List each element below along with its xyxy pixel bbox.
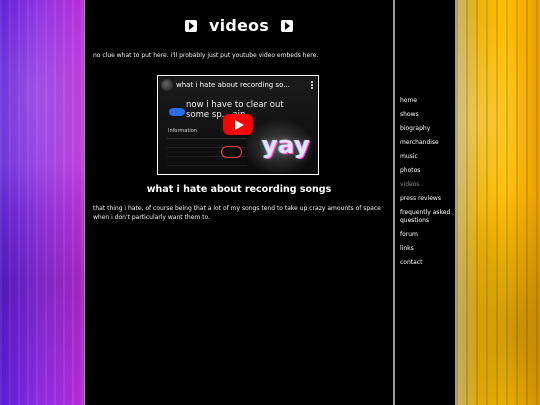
embed-title[interactable]: what i hate about recording so... (176, 81, 306, 89)
main-content: videos no clue what to put here. i'll pr… (84, 0, 394, 405)
sidebar-item-home[interactable]: home (400, 97, 455, 105)
sidebar-item-shows[interactable]: shows (400, 111, 455, 119)
avatar (161, 79, 173, 91)
sidebar-item-merchandise[interactable]: merchandise (400, 139, 455, 147)
page-title: videos (85, 16, 393, 35)
sidebar: home shows biography merchandise music p… (394, 0, 456, 405)
sidebar-item-biography[interactable]: biography (400, 125, 455, 133)
play-icon (280, 20, 293, 32)
sidebar-item-links[interactable]: links (400, 245, 455, 253)
page-title-text: videos (209, 16, 269, 35)
sidebar-item-faq[interactable]: frequently asked questions (400, 209, 455, 225)
sidebar-item-contact[interactable]: contact (400, 259, 455, 267)
embed-pill (169, 108, 185, 116)
kebab-menu-icon[interactable] (309, 80, 315, 90)
annotation-circle (221, 146, 242, 158)
video-heading: what i hate about recording songs (146, 184, 332, 195)
play-icon (185, 20, 198, 32)
youtube-embed[interactable]: what i hate about recording so... now i … (157, 75, 319, 175)
video-description: that thing i hate, of course being that … (93, 205, 381, 221)
right-background-art (456, 0, 540, 405)
embed-info-row (167, 157, 247, 166)
sidebar-item-videos[interactable]: videos (400, 181, 455, 189)
sidebar-nav: home shows biography merchandise music p… (400, 97, 455, 273)
youtube-play-icon[interactable] (223, 114, 253, 135)
embed-info-label: Information (168, 128, 197, 134)
left-background-art (0, 0, 84, 405)
sticker-text: yay (262, 131, 311, 159)
page-frame: videos no clue what to put here. i'll pr… (84, 0, 456, 405)
sidebar-item-photos[interactable]: photos (400, 167, 455, 175)
sidebar-item-music[interactable]: music (400, 153, 455, 161)
intro-text: no clue what to put here. i'll probably … (93, 52, 319, 59)
embed-header: what i hate about recording so... (161, 79, 315, 91)
sidebar-item-forum[interactable]: forum (400, 231, 455, 239)
sidebar-item-press-reviews[interactable]: press reviews (400, 195, 455, 203)
